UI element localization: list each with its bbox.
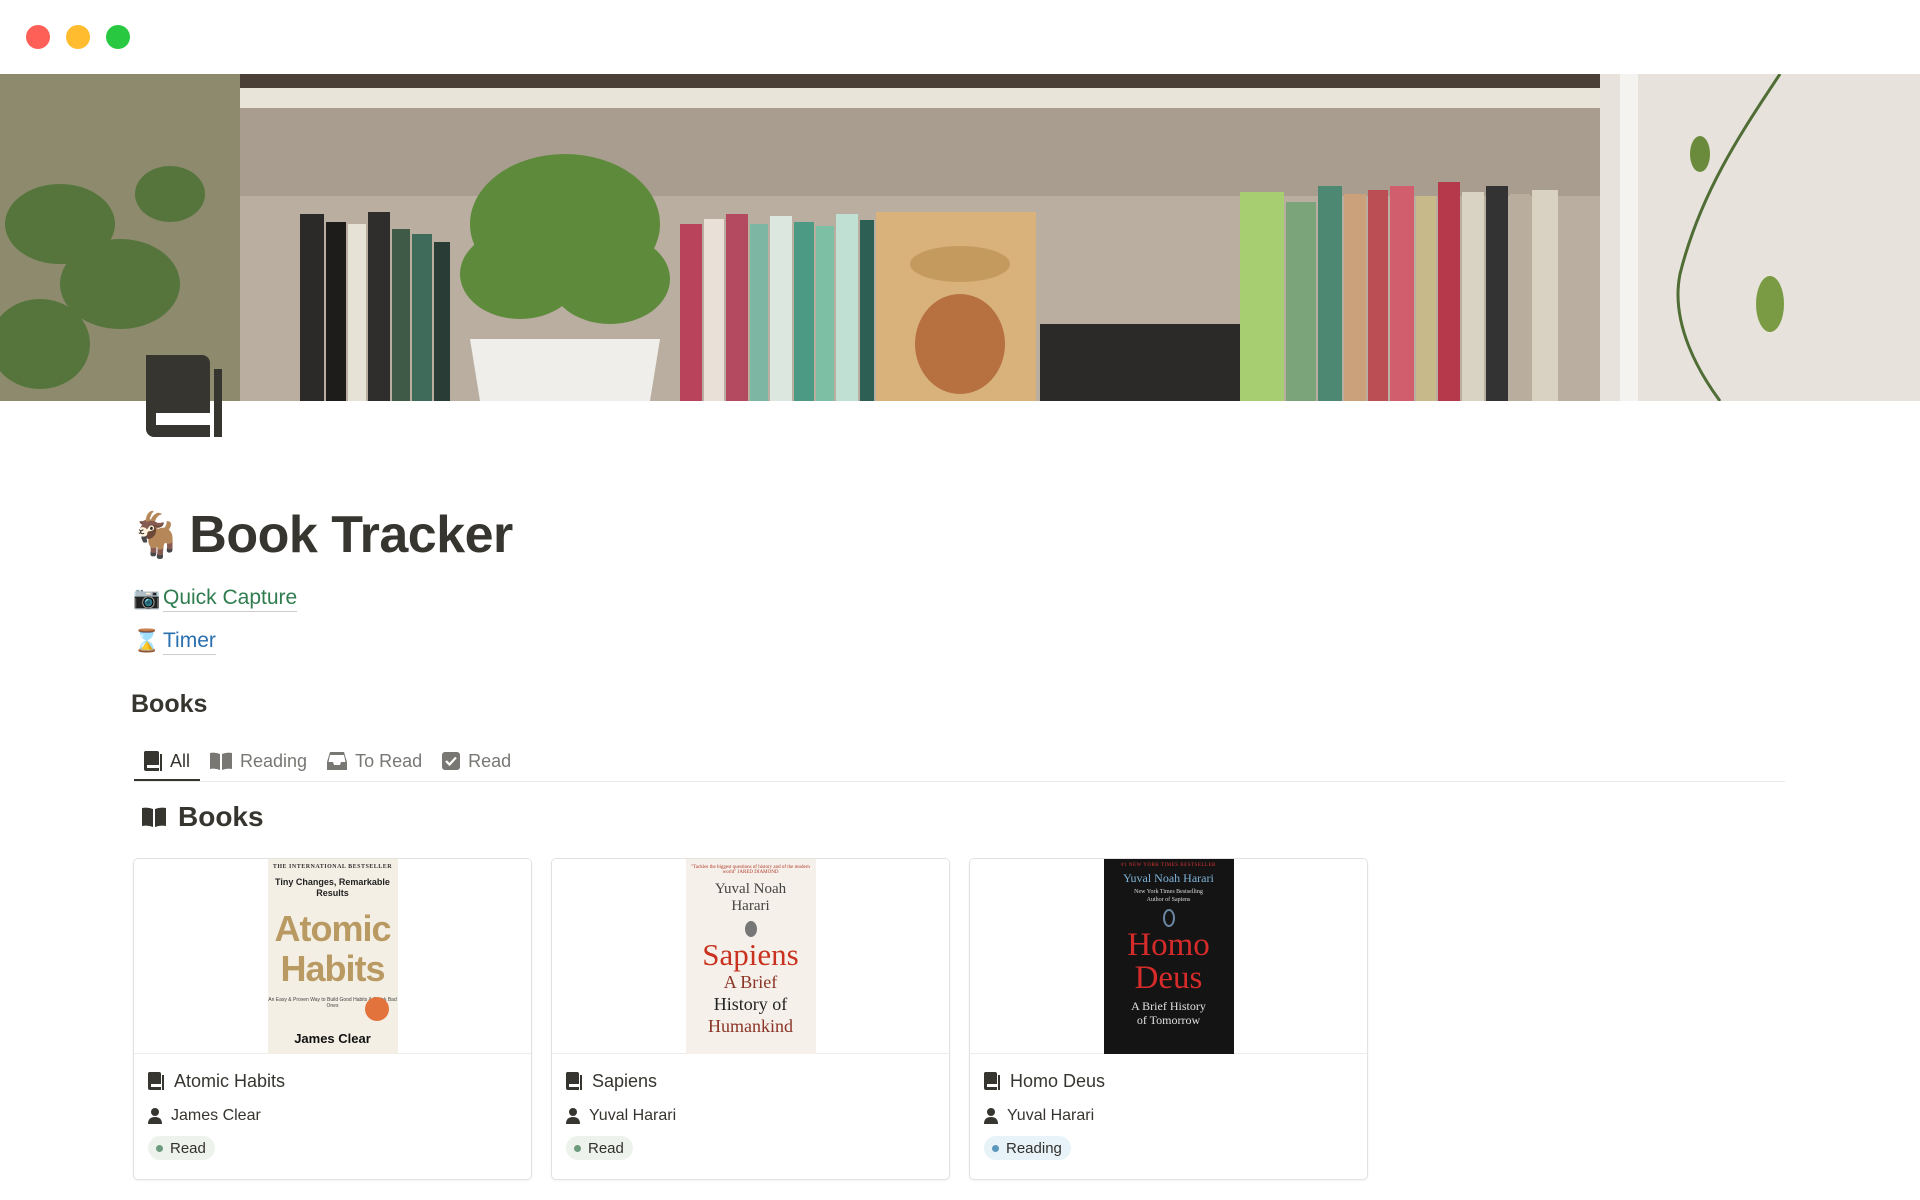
quick-capture-link[interactable]: 📷 Quick Capture (133, 583, 298, 613)
checkbox-icon (442, 752, 461, 770)
book-cover-sapiens: "Tackles the biggest questions of histor… (685, 859, 816, 1054)
window-maximize-button[interactable] (106, 25, 130, 49)
cover-author-line2: Harari (731, 898, 770, 914)
cover-author: James Clear (294, 1031, 371, 1046)
page-icon-book[interactable] (146, 355, 222, 437)
database-view-tabs: All Reading To Read Read (134, 740, 521, 782)
book-stack-icon (144, 751, 162, 771)
database-title[interactable]: Books (142, 800, 264, 834)
card-title-text: Homo Deus (1010, 1070, 1106, 1091)
cover-top-line: #1 NEW YORK TIMES BESTSELLER (1121, 863, 1216, 868)
goat-emoji-icon: 🐐 (129, 510, 184, 561)
window-minimize-button[interactable] (66, 25, 90, 49)
cover-note-line1: New York Times Bestselling (1134, 889, 1203, 895)
cover-note: New York Times Bestselling Author of Sap… (1104, 888, 1234, 904)
cover-subtitle-line1: A Brief History (1131, 999, 1206, 1013)
timer-link-label[interactable]: Timer (163, 628, 216, 655)
timer-link[interactable]: ⌛ Timer (133, 626, 216, 656)
cover-subtitle: A Brief History of Tomorrow (1104, 999, 1234, 1027)
cover-author: Yuval Noah Harari (686, 881, 816, 915)
card-title-text: Sapiens (592, 1070, 658, 1091)
gallery-card[interactable]: THE INTERNATIONAL BESTSELLER Tiny Change… (133, 858, 532, 1180)
cover-top-line: THE INTERNATIONAL BESTSELLER (272, 864, 393, 870)
card-author: Yuval Harari (566, 1104, 676, 1128)
card-author: Yuval Harari (984, 1104, 1094, 1128)
window-titlebar (0, 0, 1920, 74)
card-cover: #1 NEW YORK TIMES BESTSELLER Yuval Noah … (970, 859, 1367, 1054)
cover-quote: "Tackles the biggest questions of histor… (691, 865, 810, 875)
page-cover-image[interactable] (0, 74, 1920, 401)
person-icon (984, 1108, 998, 1124)
cover-title-line2: Deus (1134, 960, 1203, 996)
status-text: Read (588, 1139, 624, 1157)
card-author-text: Yuval Harari (1007, 1107, 1095, 1124)
page-title[interactable]: 🐐 Book Tracker (129, 500, 513, 570)
person-icon (566, 1108, 580, 1124)
cover-subtitle-line1: A Brief (723, 972, 778, 992)
book-cover-atomic-habits: THE INTERNATIONAL BESTSELLER Tiny Change… (267, 859, 398, 1054)
book-cover-homo-deus: #1 NEW YORK TIMES BESTSELLER Yuval Noah … (1103, 859, 1234, 1054)
status-text: Reading (1006, 1139, 1062, 1157)
cover-subtitle-line2: History of (713, 994, 788, 1014)
cover-title-line1: Homo (1127, 927, 1210, 963)
cover-title-line1: Atomic (274, 908, 391, 949)
camera-icon: 📷 (133, 585, 161, 611)
status-badge: Reading (984, 1136, 1071, 1160)
database-title-text: Books (178, 801, 264, 832)
cover-subtitle-line2: of Tomorrow (1136, 1013, 1201, 1027)
status-text: Read (170, 1139, 206, 1157)
cover-subtitle-line3: Humankind (708, 1016, 793, 1036)
person-icon (148, 1108, 162, 1124)
hourglass-icon: ⌛ (133, 628, 161, 654)
inbox-tray-icon (327, 752, 348, 770)
tab-all[interactable]: All (134, 740, 201, 782)
card-title: Sapiens (566, 1068, 657, 1094)
card-cover: "Tackles the biggest questions of histor… (552, 859, 949, 1054)
tab-reading-label: Reading (240, 750, 308, 771)
tab-reading[interactable]: Reading (200, 740, 317, 782)
card-cover: THE INTERNATIONAL BESTSELLER Tiny Change… (134, 859, 531, 1054)
fingerprint-icon (744, 921, 757, 937)
status-dot (992, 1144, 999, 1152)
gallery-card[interactable]: #1 NEW YORK TIMES BESTSELLER Yuval Noah … (969, 858, 1368, 1180)
cover-seal (364, 997, 389, 1021)
tab-read-label: Read (468, 750, 512, 771)
page-title-text: Book Tracker (189, 506, 513, 564)
open-book-icon (142, 807, 166, 827)
cover-note-line2: Author of Sapiens (1146, 897, 1191, 903)
fingerprint-icon (1162, 909, 1175, 927)
book-stack-icon (148, 1072, 164, 1090)
card-title: Homo Deus (984, 1068, 1105, 1094)
cover-title-line2: Habits (280, 948, 385, 989)
card-author-text: Yuval Harari (589, 1107, 677, 1124)
card-author: James Clear (148, 1104, 261, 1128)
tab-all-label: All (170, 750, 191, 771)
card-title-text: Atomic Habits (174, 1070, 286, 1091)
cover-title: Homo Deus (1104, 929, 1234, 995)
gallery-card[interactable]: "Tackles the biggest questions of histor… (551, 858, 950, 1180)
cover-title: Atomic Habits (268, 909, 398, 989)
book-stack-icon (984, 1072, 1000, 1090)
status-dot (574, 1144, 581, 1152)
cover-author-line1: Yuval Noah (714, 881, 787, 897)
tabs-divider (134, 781, 1785, 782)
status-badge: Read (566, 1136, 633, 1160)
cover-subtitle: Tiny Changes, Remarkable Results (275, 877, 390, 898)
card-title: Atomic Habits (148, 1068, 285, 1094)
open-book-icon (210, 752, 233, 770)
tab-to-read-label: To Read (355, 750, 423, 771)
card-author-text: James Clear (171, 1107, 261, 1124)
tab-read[interactable]: Read (432, 740, 521, 782)
status-badge: Read (148, 1136, 215, 1160)
books-section-heading: Books (131, 690, 208, 718)
cover-author: Yuval Noah Harari (1123, 871, 1214, 885)
cover-title: Sapiens (702, 937, 799, 972)
quick-capture-link-label[interactable]: Quick Capture (163, 585, 298, 612)
book-stack-icon (566, 1072, 582, 1090)
tab-to-read[interactable]: To Read (317, 740, 432, 782)
status-dot (156, 1144, 163, 1152)
window-close-button[interactable] (26, 25, 50, 49)
